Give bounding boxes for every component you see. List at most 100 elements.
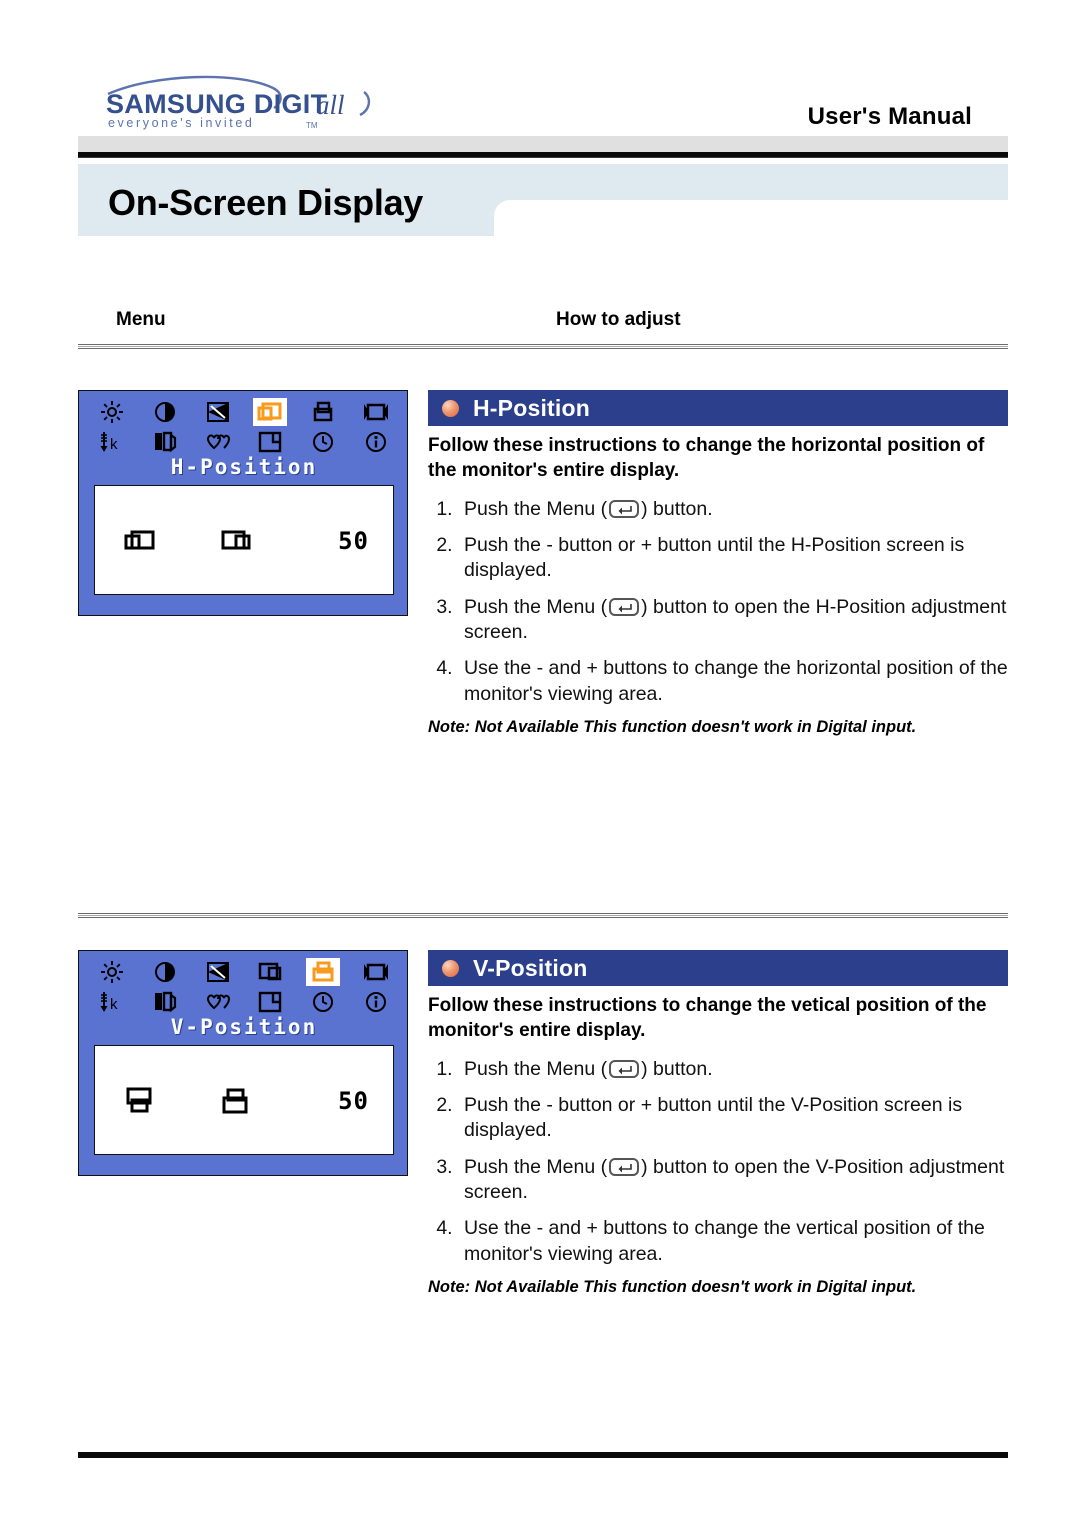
step-item: Push the - button or + button until the … xyxy=(458,533,1008,584)
osd-label: H-Position xyxy=(170,455,318,479)
v-position-text-column: V-Position Follow these instructions to … xyxy=(428,950,1008,1297)
section-note: Note: Not Available This function doesn'… xyxy=(428,1277,917,1296)
section-title: V-Position xyxy=(473,954,588,981)
step-text-pre: Push the - button or + button until the … xyxy=(464,1093,963,1142)
osd-adjust-panel: 50 xyxy=(94,1045,394,1155)
osd-preview-h-position: k H-Position 50 xyxy=(78,390,408,616)
color-shape-icon[interactable] xyxy=(201,988,235,1016)
osd-panel-row: 50 xyxy=(95,1080,395,1122)
step-text-post: ) button. xyxy=(641,497,713,520)
information-icon[interactable] xyxy=(359,988,393,1016)
osd-value: 50 xyxy=(338,1087,369,1115)
step-text-pre: Push the Menu ( xyxy=(464,1057,608,1080)
step-item: Push the Menu ( ) button. xyxy=(458,1057,1008,1082)
step-item: Push the Menu ( ) button. xyxy=(458,497,1008,522)
header-black-rule xyxy=(78,152,1008,158)
image-size-icon[interactable] xyxy=(359,398,393,426)
footer-rule xyxy=(78,1452,1008,1458)
brightness-icon[interactable] xyxy=(95,958,129,986)
section-note: Note: Not Available This function doesn'… xyxy=(428,717,917,736)
h-position-icon[interactable] xyxy=(253,398,288,426)
osd-position-icon[interactable] xyxy=(253,428,287,456)
h-position-icon[interactable] xyxy=(253,958,287,986)
osd-icon-row-2: k xyxy=(91,427,397,457)
step-text-pre: Push the Menu ( xyxy=(464,595,608,618)
brightness-icon[interactable] xyxy=(95,398,129,426)
color-temperature-icon[interactable]: k xyxy=(95,428,129,456)
user-manual-page: SAMSUNG DIGIT all everyone's invited TM … xyxy=(0,0,1080,1528)
osd-icon-grid: k xyxy=(91,397,397,457)
color-control-icon[interactable] xyxy=(148,428,182,456)
section-lead: Follow these instructions to change the … xyxy=(428,995,987,1042)
h-position-left-icon xyxy=(113,528,167,554)
svg-text:k: k xyxy=(110,996,118,1013)
timer-icon[interactable] xyxy=(306,428,340,456)
osd-value: 50 xyxy=(338,527,369,555)
step-text-pre: Push the Menu ( xyxy=(464,1155,608,1178)
menu-button-icon xyxy=(609,499,640,518)
column-heading-how-to-adjust: How to adjust xyxy=(556,309,681,330)
svg-text:k: k xyxy=(110,436,118,453)
step-text-pre: Use the - and + buttons to change the ho… xyxy=(464,657,1008,705)
menu-button-icon xyxy=(609,1157,640,1176)
color-temperature-icon[interactable]: k xyxy=(95,988,129,1016)
osd-position-icon[interactable] xyxy=(253,988,287,1016)
v-position-up-icon xyxy=(209,1086,263,1116)
step-item: Push the - button or + button until the … xyxy=(458,1093,1008,1144)
osd-adjust-panel: 50 xyxy=(94,485,394,595)
v-position-down-icon xyxy=(113,1086,167,1116)
step-item: Use the - and + buttons to change the ve… xyxy=(458,1216,1008,1267)
step-text-pre: Push the - button or + button until the … xyxy=(464,533,965,582)
svg-text:SAMSUNG DIGIT: SAMSUNG DIGIT xyxy=(106,89,328,119)
sharpness-icon[interactable] xyxy=(201,398,235,426)
image-size-icon[interactable] xyxy=(359,958,393,986)
divider-middle xyxy=(78,913,1008,919)
osd-label: V-Position xyxy=(170,1015,318,1039)
v-position-icon[interactable] xyxy=(306,398,340,426)
instruction-steps: Push the Menu ( ) button. Push the - butt… xyxy=(428,1057,1008,1267)
section-title: H-Position xyxy=(473,394,590,421)
svg-text:TM: TM xyxy=(306,121,318,130)
bullet-icon xyxy=(442,399,459,417)
osd-preview-v-position: k V-Position 50 xyxy=(78,950,408,1176)
menu-button-icon xyxy=(609,597,640,616)
title-banner-notch xyxy=(494,200,1008,236)
page-title: On-Screen Display xyxy=(108,182,424,223)
step-text-pre: Use the - and + buttons to change the ve… xyxy=(464,1217,985,1265)
contrast-icon[interactable] xyxy=(148,958,182,986)
information-icon[interactable] xyxy=(359,428,393,456)
step-item: Use the - and + buttons to change the ho… xyxy=(458,656,1008,707)
instruction-steps: Push the Menu ( ) button. Push the - butt… xyxy=(428,497,1008,707)
v-position-header-bar: V-Position xyxy=(428,950,1008,986)
osd-icon-row-1 xyxy=(91,957,397,987)
v-position-icon[interactable] xyxy=(306,958,341,986)
timer-icon[interactable] xyxy=(306,988,340,1016)
page-header: SAMSUNG DIGIT all everyone's invited TM … xyxy=(0,0,1080,158)
bullet-icon xyxy=(442,959,459,977)
svg-text:everyone's invited: everyone's invited xyxy=(108,116,254,130)
header-grey-band xyxy=(78,136,1008,152)
color-shape-icon[interactable] xyxy=(201,428,235,456)
menu-button-icon xyxy=(609,1059,640,1078)
svg-text:all: all xyxy=(316,90,345,120)
h-position-right-icon xyxy=(209,528,263,554)
step-item: Push the Menu () button to open the V-Po… xyxy=(458,1155,1008,1206)
osd-icon-grid: k xyxy=(91,957,397,1017)
h-position-text-column: H-Position Follow these instructions to … xyxy=(428,390,1008,737)
contrast-icon[interactable] xyxy=(148,398,182,426)
step-text-post: ) button. xyxy=(641,1057,713,1080)
samsung-digitall-logo: SAMSUNG DIGIT all everyone's invited TM xyxy=(78,72,378,130)
step-text-pre: Push the Menu ( xyxy=(464,497,608,520)
section-lead: Follow these instructions to change the … xyxy=(428,435,985,482)
column-heading-menu: Menu xyxy=(116,309,166,330)
step-item: Push the Menu () button to open the H-Po… xyxy=(458,595,1008,646)
divider-top xyxy=(78,344,1008,350)
h-position-header-bar: H-Position xyxy=(428,390,1008,426)
color-control-icon[interactable] xyxy=(148,988,182,1016)
manual-title: User's Manual xyxy=(807,103,972,130)
osd-icon-row-2: k xyxy=(91,987,397,1017)
sharpness-icon[interactable] xyxy=(201,958,235,986)
osd-panel-row: 50 xyxy=(95,520,395,562)
logo-icon: SAMSUNG DIGIT all everyone's invited TM xyxy=(106,75,371,130)
osd-icon-row-1 xyxy=(91,397,397,427)
